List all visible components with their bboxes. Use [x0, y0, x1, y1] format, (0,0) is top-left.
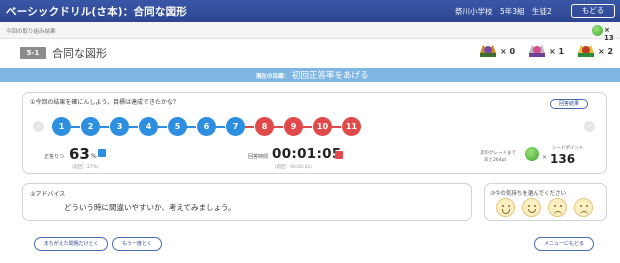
question-step-9[interactable]: 9 — [284, 117, 303, 136]
breadcrumb: 今回の取り組み結果 — [6, 29, 56, 35]
retry-all-button[interactable]: もう一度とく — [112, 237, 162, 251]
user-info: 祭川小学校 5年3組 生徒2 — [455, 7, 552, 16]
question-step-2[interactable]: 2 — [81, 117, 100, 136]
worried-face-icon[interactable] — [548, 198, 567, 217]
gold-medal-count: × 2 — [598, 47, 614, 56]
step-connector — [331, 126, 341, 128]
result-question: ①今回の結果を確にんしよう。目標は達成できたかな？ — [30, 99, 180, 106]
step-connector — [302, 126, 312, 128]
goal-bar: 現在の目標： 初回正答率をあげる — [0, 68, 620, 82]
gold-medal-icon — [576, 41, 596, 59]
goal-text: 初回正答率をあげる — [292, 71, 369, 81]
question-step-6[interactable]: 6 — [197, 117, 216, 136]
menu-button[interactable]: メニューにもどる — [534, 237, 594, 251]
question-step-11[interactable]: 11 — [342, 117, 361, 136]
seed-multiplier: × — [542, 154, 548, 161]
edit-icon[interactable] — [98, 149, 106, 157]
very-happy-face-icon[interactable] — [496, 198, 515, 217]
time-value: 00:01:05 — [272, 146, 342, 162]
accuracy-label: 正答りつ — [44, 154, 65, 160]
retry-wrong-button[interactable]: まちがえた問題だけとく — [34, 237, 108, 251]
advice-text: どういう時に間違いやすいか、考えてみましょう。 — [64, 203, 236, 212]
answer-history-button[interactable]: 回答結果 — [550, 99, 588, 109]
question-step-10[interactable]: 10 — [313, 117, 332, 136]
accuracy-value: 63 — [69, 145, 90, 163]
bronze-medal-icon — [478, 41, 498, 59]
bronze-medal-count: × 0 — [500, 47, 516, 56]
step-connector — [186, 126, 196, 128]
accuracy-unit: % — [91, 153, 97, 160]
accuracy-previous: （前回：27%） — [69, 165, 102, 170]
seed-points-icon — [592, 25, 603, 36]
silver-medal-count: × 1 — [549, 47, 565, 56]
time-previous: （前回：00:00:42） — [272, 165, 315, 170]
step-connector — [70, 126, 80, 128]
next-grade-label: 次のグレードまで — [480, 151, 516, 156]
next-arrow-icon[interactable]: › — [584, 121, 595, 132]
sad-face-icon[interactable] — [574, 198, 593, 217]
question-step-7[interactable]: 7 — [226, 117, 245, 136]
question-step-8[interactable]: 8 — [255, 117, 274, 136]
happy-face-icon[interactable] — [522, 198, 541, 217]
step-connector — [215, 126, 225, 128]
back-button[interactable]: もどる — [571, 4, 615, 18]
seed-points-label: シードポイント — [552, 146, 584, 151]
question-step-3[interactable]: 3 — [110, 117, 129, 136]
seed-icon — [525, 147, 539, 161]
step-connector — [128, 126, 138, 128]
goal-label: 現在の目標： — [256, 74, 290, 80]
question-step-1[interactable]: 1 — [52, 117, 71, 136]
app-title: ベーシックドリル(さ本)：合同な図形 — [6, 6, 187, 18]
time-label: 回答時間 — [248, 154, 269, 160]
step-connector — [244, 126, 254, 128]
feeling-heading: ③今の気持ちを選んでください — [490, 191, 567, 197]
prev-arrow-icon[interactable]: ‹ — [33, 121, 44, 132]
next-grade-points: あと264pt — [484, 158, 507, 163]
question-step-4[interactable]: 4 — [139, 117, 158, 136]
silver-medal-icon — [527, 41, 547, 59]
step-connector — [157, 126, 167, 128]
app-header: ベーシックドリル(さ本)：合同な図形 祭川小学校 5年3組 生徒2 もどる — [0, 0, 620, 22]
step-connector — [273, 126, 283, 128]
advice-heading: ②アドバイス — [30, 191, 66, 198]
step-connector — [99, 126, 109, 128]
seed-points-value: 136 — [550, 152, 576, 166]
timer-icon — [335, 151, 343, 159]
breadcrumb-bar: 今回の取り組み結果 × 13 — [0, 22, 620, 42]
lesson-title: 合同な図形 — [52, 47, 107, 60]
lesson-number-badge: 5-1 — [20, 47, 46, 59]
question-step-5[interactable]: 5 — [168, 117, 187, 136]
